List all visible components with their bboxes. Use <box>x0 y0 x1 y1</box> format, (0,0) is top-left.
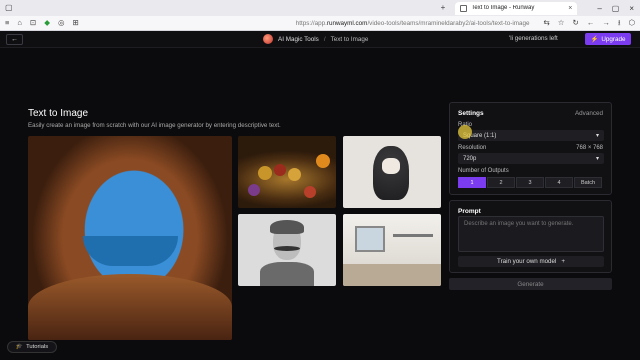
shopping-icon[interactable]: ⊡ <box>30 19 36 27</box>
resolution-label: Resolution <box>458 145 487 151</box>
example-image-interior <box>343 214 441 286</box>
tutorials-label: Tutorials <box>26 344 49 350</box>
url-path: /video-tools/teams/mramineldaraby2/ai-to… <box>367 19 530 27</box>
advanced-link[interactable]: Advanced <box>575 110 603 117</box>
coat-shape <box>260 262 314 286</box>
split-view-icon[interactable]: ⇆ <box>543 19 549 27</box>
forward-icon[interactable]: → <box>602 19 610 27</box>
ratio-select[interactable]: Square (1:1) ▾ <box>458 130 604 141</box>
fruit-shape <box>258 166 272 180</box>
menu-icon[interactable]: ≡ <box>5 19 9 27</box>
floor-shape <box>343 264 441 286</box>
browser-tab[interactable]: Text to Image - Runway × <box>455 1 578 15</box>
example-image-fruit <box>238 136 336 208</box>
runway-logo-icon <box>263 34 273 44</box>
resolution-select[interactable]: 720p ▾ <box>458 153 604 164</box>
fruit-shape <box>248 184 260 196</box>
tab-bar-left: ▢ <box>0 4 441 12</box>
dog-face-shape <box>382 158 400 174</box>
example-image-dog <box>343 136 441 208</box>
example-image-portrait <box>238 214 336 286</box>
extension-icon[interactable]: ◆ <box>44 19 50 27</box>
page-title: Text to Image <box>28 108 89 119</box>
breadcrumb: AI Magic Tools / Text to Image <box>263 34 368 44</box>
shield-icon[interactable]: ◎ <box>58 19 65 27</box>
mouse-cursor-highlight <box>458 125 472 139</box>
tab-title: Text to Image - Runway <box>471 5 535 11</box>
url-domain: runwayml.com <box>326 19 368 27</box>
prompt-panel: Prompt Train your own model + <box>449 200 612 273</box>
browser-tab-bar: ▢ + Text to Image - Runway × – ▢ × <box>0 0 640 16</box>
resolution-dimensions: 768 × 768 <box>576 145 603 151</box>
fruit-shape <box>304 186 316 198</box>
window-shape <box>355 226 385 252</box>
outputs-selector: 1 2 3 4 Batch <box>458 177 602 188</box>
railing-shape <box>393 234 433 237</box>
settings-panel: Settings Advanced Ratio Square (1:1) ▾ R… <box>449 102 612 195</box>
breadcrumb-current: Text to Image <box>330 35 369 43</box>
output-option-batch[interactable]: Batch <box>574 177 602 188</box>
extensions-icon[interactable]: ⬡ <box>628 19 635 27</box>
arrow-left-icon: ← <box>11 36 18 43</box>
example-image-cave <box>28 136 232 340</box>
train-model-label: Train your own model <box>497 258 557 265</box>
chevron-down-icon: ▾ <box>595 133 599 139</box>
new-tab-icon[interactable]: ⊞ <box>73 19 79 27</box>
fruit-shape <box>316 154 330 168</box>
favicon-icon <box>460 4 468 12</box>
sea-shape <box>83 236 178 266</box>
close-tab-icon[interactable]: × <box>568 5 572 12</box>
url-prefix: https://app. <box>295 19 327 27</box>
output-option-3[interactable]: 3 <box>516 177 544 188</box>
upgrade-label: Upgrade <box>601 35 626 43</box>
new-tab-icon[interactable]: + <box>441 4 446 12</box>
prompt-input[interactable] <box>458 216 604 252</box>
bolt-icon: ⚡ <box>590 36 599 43</box>
breadcrumb-app[interactable]: AI Magic Tools <box>278 36 319 43</box>
close-icon[interactable]: × <box>629 4 634 13</box>
outputs-label: Number of Outputs <box>458 168 509 174</box>
back-icon[interactable]: ← <box>587 19 595 27</box>
generate-button[interactable]: Generate <box>449 278 612 290</box>
prompt-title: Prompt <box>458 208 481 215</box>
generations-left: 'li generations left <box>509 35 558 42</box>
address-bar: ≡ ⌂ ⊡ ◆ ◎ ⊞ https://app.runwayml.com/vid… <box>0 16 640 31</box>
fruit-shape <box>288 168 301 181</box>
reload-icon[interactable]: ↻ <box>573 19 579 27</box>
plus-icon: + <box>561 258 565 265</box>
chevron-down-icon: ▾ <box>595 156 599 162</box>
minimize-icon[interactable]: – <box>597 4 601 13</box>
upgrade-button[interactable]: ⚡ Upgrade <box>585 33 631 45</box>
downloads-icon[interactable]: ⭳ <box>618 19 621 27</box>
maximize-icon[interactable]: ▢ <box>612 4 620 13</box>
tab-actions-icon[interactable]: ▢ <box>5 4 13 12</box>
hair-shape <box>270 220 304 234</box>
page-description: Easily create an image from scratch with… <box>28 122 281 129</box>
tutorials-button[interactable]: 🎓 Tutorials <box>7 341 57 353</box>
home-icon[interactable]: ⌂ <box>17 19 22 27</box>
bookmark-icon[interactable]: ☆ <box>558 19 565 27</box>
output-option-2[interactable]: 2 <box>487 177 515 188</box>
window-controls: – ▢ × <box>597 4 640 13</box>
train-model-button[interactable]: Train your own model + <box>458 256 604 267</box>
app-header: ← AI Magic Tools / Text to Image 'li gen… <box>0 31 640 48</box>
back-button[interactable]: ← <box>6 34 23 45</box>
graduation-cap-icon: 🎓 <box>15 344 24 350</box>
rock-shape <box>28 274 232 340</box>
settings-title: Settings <box>458 110 484 117</box>
output-option-4[interactable]: 4 <box>545 177 573 188</box>
resolution-value: 720p <box>463 155 477 162</box>
output-option-1[interactable]: 1 <box>458 177 486 188</box>
url-field[interactable]: https://app.runwayml.com/video-tools/tea… <box>87 20 536 27</box>
fruit-shape <box>274 164 286 176</box>
mustache-shape <box>274 246 300 251</box>
breadcrumb-separator: / <box>323 35 326 43</box>
